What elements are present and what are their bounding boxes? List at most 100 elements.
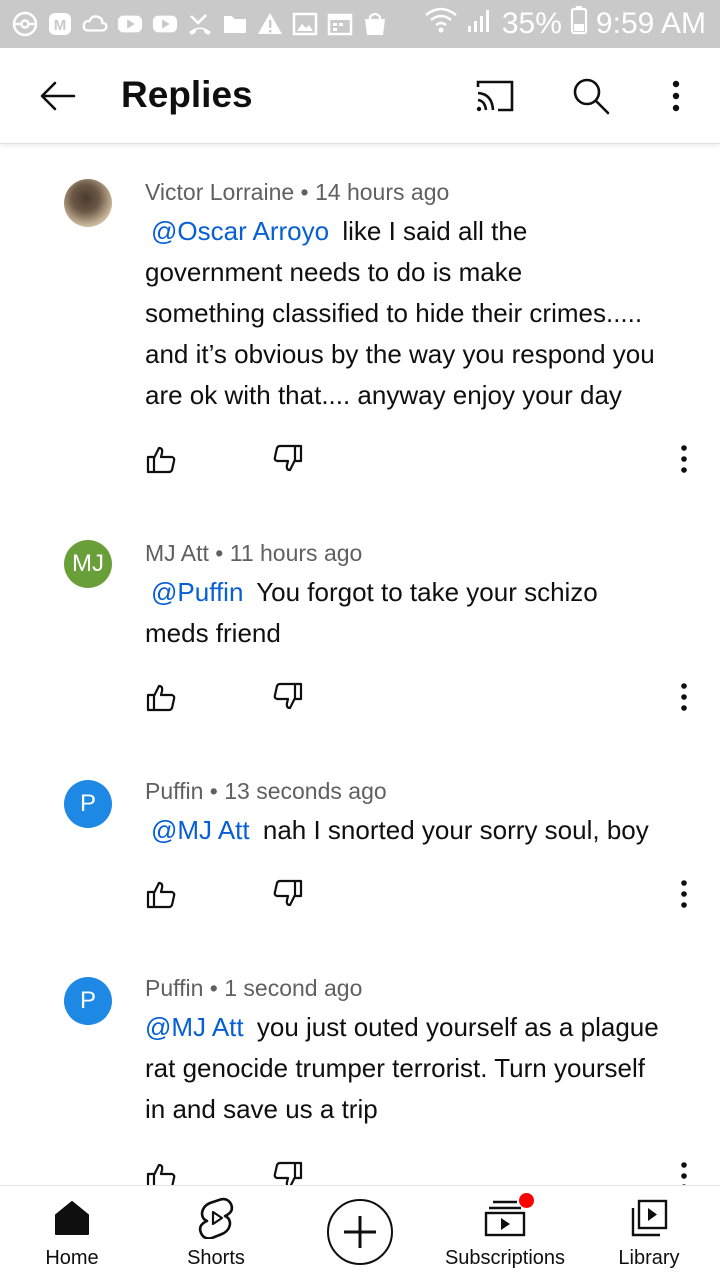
app-header: Replies	[0, 48, 720, 144]
comment-meta: MJ Att • 11 hours ago	[145, 540, 362, 567]
thumb-down-icon	[273, 682, 303, 710]
nav-subscriptions[interactable]: Subscriptions	[441, 1186, 569, 1280]
avatar-initials: P	[79, 790, 96, 817]
plus-icon	[344, 1216, 376, 1248]
comment-menu-button[interactable]	[662, 675, 706, 719]
thumb-up-icon	[146, 446, 176, 474]
comment-actions	[0, 437, 720, 481]
comment-menu-button[interactable]	[662, 1154, 706, 1185]
nav-subscriptions-label: Subscriptions	[444, 1247, 566, 1269]
cast-button[interactable]	[473, 74, 517, 118]
comment-text: @MJ Att nah I snorted your sorry soul, b…	[145, 810, 700, 851]
comment-text-line: government needs to do is make	[145, 257, 523, 287]
pokeball-icon	[12, 11, 38, 37]
comment-text-line: meds friend	[145, 618, 281, 648]
youtube-icon	[152, 11, 178, 37]
comment-text-line: something classified to hide their crime…	[145, 298, 643, 328]
page-title: Replies	[121, 74, 253, 115]
comment-actions	[0, 1154, 720, 1185]
comment-text: @Oscar Arroyo like I said all the govern…	[145, 211, 700, 416]
comment-text-line: are ok with that.... anyway enjoy your d…	[145, 380, 622, 410]
avatar[interactable]	[64, 179, 112, 227]
avatar[interactable]: P	[64, 977, 112, 1025]
back-button[interactable]	[36, 74, 80, 118]
more-vert-icon	[681, 1162, 687, 1185]
youtube-icon	[117, 11, 143, 37]
warning-icon	[257, 11, 283, 37]
comment-time: 13 seconds ago	[224, 778, 387, 804]
more-options-button[interactable]	[654, 74, 698, 118]
avatar[interactable]: MJ	[64, 540, 112, 588]
comment-actions	[0, 872, 720, 916]
battery-level: 35%	[501, 7, 562, 40]
comment-text-line: nah I snorted your sorry soul, boy	[262, 815, 649, 845]
dislike-button[interactable]	[266, 1154, 310, 1185]
mention-link[interactable]: @Oscar Arroyo	[151, 216, 329, 246]
like-button[interactable]	[139, 872, 183, 916]
notification-badge	[519, 1193, 534, 1208]
avatar-initials: MJ	[72, 550, 104, 577]
comment-menu-button[interactable]	[662, 437, 706, 481]
comment-text-line: you just outed yourself as a plague	[256, 1012, 659, 1042]
avatar-initials: P	[79, 987, 96, 1014]
meta-separator: •	[300, 179, 309, 205]
comment-actions	[0, 675, 720, 719]
thumb-up-icon	[146, 881, 176, 909]
more-vert-icon	[681, 683, 687, 711]
comment-menu-button[interactable]	[662, 872, 706, 916]
subscriptions-icon	[484, 1193, 534, 1238]
comment-author[interactable]: Puffin	[145, 975, 203, 1001]
library-icon	[629, 1198, 669, 1238]
more-vert-icon	[672, 80, 680, 112]
comment-time: 11 hours ago	[229, 540, 363, 566]
comment-text-line: and it’s obvious by the way you respond …	[145, 339, 655, 369]
comment-author[interactable]: Puffin	[145, 778, 203, 804]
nav-home-label: Home	[45, 1247, 99, 1269]
comment-meta: Puffin • 13 seconds ago	[145, 778, 387, 805]
dislike-button[interactable]	[266, 675, 310, 719]
cast-icon	[476, 80, 514, 112]
avatar[interactable]: P	[64, 780, 112, 828]
thumb-up-icon	[146, 684, 176, 712]
create-button[interactable]	[327, 1199, 393, 1265]
comment-text-line: rat genocide trumper terrorist. Turn you…	[145, 1053, 645, 1083]
comment-text: @MJ Att you just outed yourself as a pla…	[145, 1007, 700, 1130]
shorts-icon	[197, 1197, 235, 1239]
comment-meta: Puffin • 1 second ago	[145, 975, 362, 1002]
comment-text-line: You forgot to take your schizo	[256, 577, 598, 607]
back-arrow-icon	[40, 81, 76, 111]
replies-list[interactable]: Victor Lorraine • 14 hours ago @Oscar Ar…	[0, 145, 720, 1185]
mention-link[interactable]: @Puffin	[151, 577, 243, 607]
more-vert-icon	[681, 445, 687, 473]
calendar-icon	[327, 11, 353, 37]
like-button[interactable]	[139, 1154, 183, 1185]
more-vert-icon	[681, 880, 687, 908]
maps-icon: M	[47, 11, 73, 37]
image-icon	[292, 11, 318, 37]
thumb-down-icon	[273, 1161, 303, 1185]
nav-library[interactable]: Library	[610, 1186, 688, 1280]
nav-shorts[interactable]: Shorts	[176, 1186, 256, 1280]
wifi-icon	[424, 6, 458, 42]
like-button[interactable]	[139, 437, 183, 481]
mention-link[interactable]: @MJ Att	[145, 1012, 244, 1042]
mention-link[interactable]: @MJ Att	[151, 815, 250, 845]
battery-icon	[570, 5, 588, 43]
comment-meta: Victor Lorraine • 14 hours ago	[145, 179, 449, 206]
signal-icon	[466, 6, 494, 42]
system-status: 35% 9:59 AM	[424, 5, 706, 43]
nav-home[interactable]: Home	[36, 1186, 108, 1280]
dislike-button[interactable]	[266, 872, 310, 916]
home-icon	[52, 1198, 92, 1238]
comment-time: 14 hours ago	[315, 179, 450, 205]
meta-separator: •	[209, 975, 218, 1001]
dislike-button[interactable]	[266, 437, 310, 481]
bottom-navigation: Home Shorts Subscriptions Library	[0, 1185, 720, 1280]
cloud-icon	[82, 11, 108, 37]
search-button[interactable]	[569, 74, 613, 118]
like-button[interactable]	[139, 675, 183, 719]
comment-author[interactable]: MJ Att	[145, 540, 209, 566]
comment-text-line: like I said all the	[342, 216, 528, 246]
comment-author[interactable]: Victor Lorraine	[145, 179, 294, 205]
thumb-up-icon	[146, 1163, 176, 1185]
